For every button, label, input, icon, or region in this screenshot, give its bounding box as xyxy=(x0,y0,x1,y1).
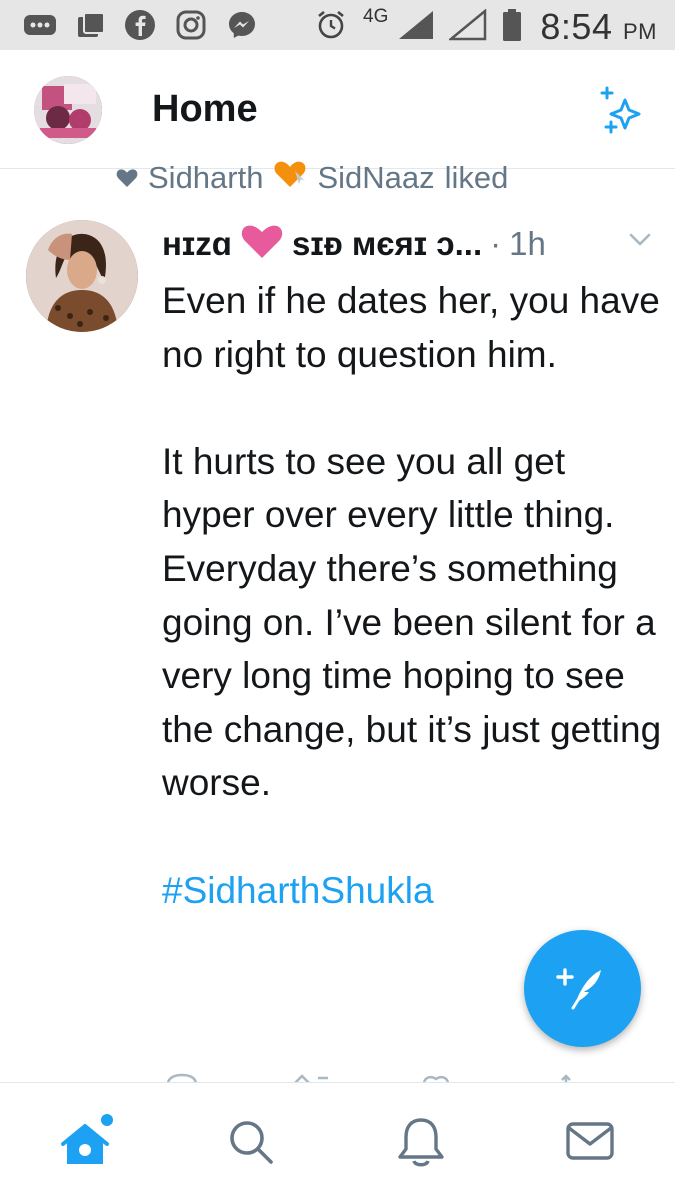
tweet-timestamp: 1h xyxy=(509,225,546,262)
battery-icon xyxy=(500,8,524,42)
network-type: 4G xyxy=(363,6,389,27)
tweet-author-avatar[interactable] xyxy=(26,220,138,332)
tweet-header: ʜɪzɑ sɪᴆ ᴍєяɪ ɔ... · 1h xyxy=(162,222,652,266)
signal-icon-2 xyxy=(448,8,488,42)
facebook-icon xyxy=(122,8,158,42)
chevron-down-icon[interactable] xyxy=(628,232,652,253)
orange-heart-icon xyxy=(273,157,307,199)
home-icon[interactable] xyxy=(50,1107,120,1177)
tweet-separator: · xyxy=(490,225,502,262)
sparkle-icon[interactable] xyxy=(597,84,649,136)
signal-icon xyxy=(396,8,436,42)
context-verb: liked xyxy=(444,160,509,195)
social-context: Sidharth SidNaaz liked xyxy=(116,158,508,198)
context-user-1[interactable]: Sidharth xyxy=(148,160,263,196)
tweet-author-name[interactable]: ʜɪzɑ xyxy=(162,225,232,263)
tweet-text: Even if he dates her, you have no right … xyxy=(162,274,662,917)
clock-time: 8:54 xyxy=(540,6,613,47)
instagram-icon xyxy=(173,8,209,42)
compose-feather-icon xyxy=(555,958,611,1019)
profile-avatar[interactable] xyxy=(34,76,102,144)
tweet-paragraph-2: It hurts to see you all get hyper over e… xyxy=(162,440,662,804)
gallery-icon xyxy=(74,8,108,42)
messages-icon[interactable] xyxy=(555,1107,625,1177)
status-bar: 4G 8:54 PM xyxy=(0,0,675,50)
notifications-icon[interactable] xyxy=(386,1107,456,1177)
context-user-2[interactable]: SidNaaz xyxy=(317,160,434,196)
messenger-icon xyxy=(224,8,260,42)
pink-heart-icon xyxy=(240,224,284,265)
more-notifications-icon xyxy=(22,8,58,42)
bottom-navigation xyxy=(0,1082,675,1201)
app-header: Home xyxy=(0,50,675,169)
clock-ampm: PM xyxy=(623,19,657,44)
tweet-author-name-cont[interactable]: sɪᴆ ᴍєяɪ ɔ... xyxy=(292,225,482,263)
tweet-paragraph-1: Even if he dates her, you have no right … xyxy=(162,280,660,375)
heart-small-icon xyxy=(116,160,138,196)
search-icon[interactable] xyxy=(216,1107,286,1177)
compose-tweet-button[interactable] xyxy=(524,930,641,1047)
page-title: Home xyxy=(152,88,258,130)
clock: 8:54 PM xyxy=(540,6,657,48)
hashtag-link[interactable]: #SidharthShukla xyxy=(162,864,662,918)
alarm-icon xyxy=(314,8,348,42)
